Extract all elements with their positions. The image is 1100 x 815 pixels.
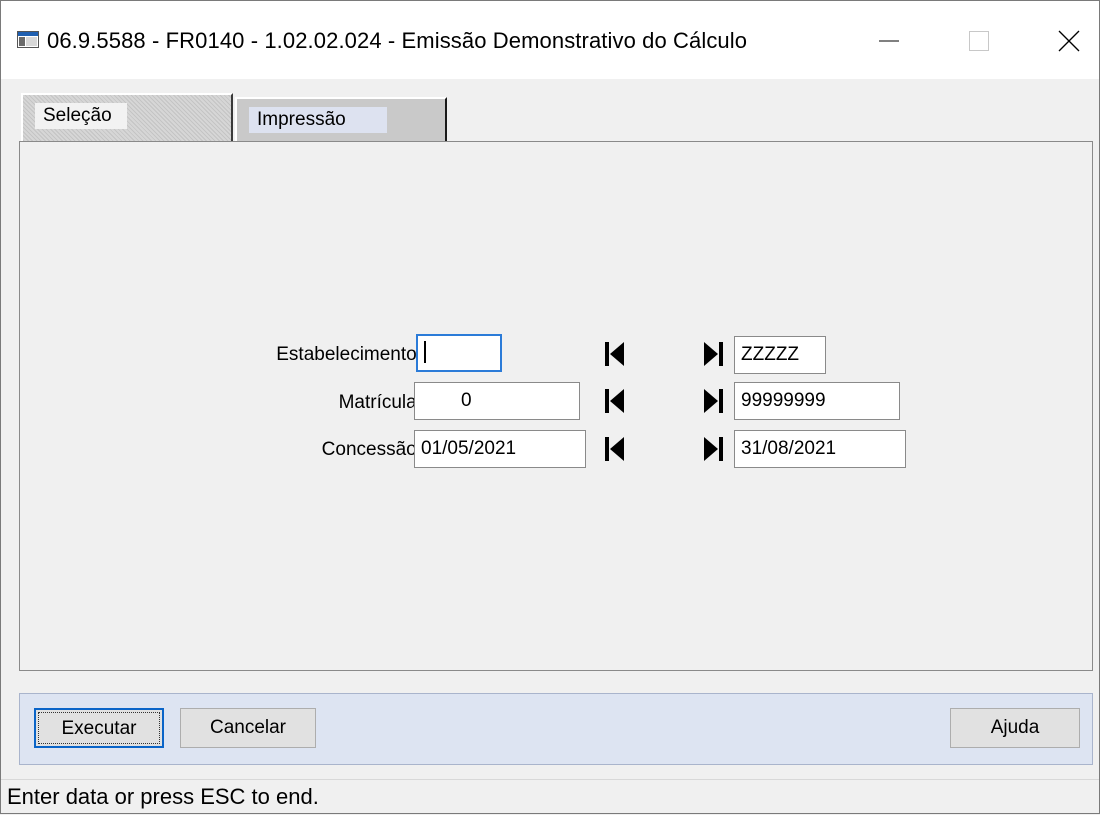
ajuda-button[interactable]: Ajuda (950, 708, 1080, 748)
close-button[interactable] (1041, 19, 1097, 63)
text-caret (424, 341, 426, 364)
estabelecimento-from-field[interactable] (416, 334, 502, 372)
estabelecimento-label: Estabelecimento: (276, 344, 422, 365)
button-bar: Executar Cancelar Ajuda (19, 693, 1093, 765)
minimize-button[interactable] (861, 19, 917, 63)
executar-button[interactable]: Executar (34, 708, 164, 748)
concessao-to-field[interactable]: 31/08/2021 (734, 430, 906, 468)
maximize-icon (969, 31, 989, 51)
concessao-label: Concessão: (321, 439, 422, 460)
tab-impressao-label: Impressão (249, 107, 387, 133)
cancelar-button[interactable]: Cancelar (180, 708, 316, 748)
concessao-from-field[interactable]: 01/05/2021 (414, 430, 586, 468)
maximize-button[interactable] (951, 19, 1007, 63)
executar-button-label: Executar (38, 712, 160, 744)
status-bar: Enter data or press ESC to end. (1, 779, 1099, 815)
last-record-icon[interactable] (700, 386, 726, 416)
tab-impressao[interactable]: Impressão (235, 97, 447, 141)
tab-selecao-label: Seleção (35, 103, 127, 129)
title-bar: 06.9.5588 - FR0140 - 1.02.02.024 - Emiss… (1, 1, 1099, 79)
window-title: 06.9.5588 - FR0140 - 1.02.02.024 - Emiss… (47, 28, 748, 53)
last-record-icon[interactable] (700, 339, 726, 369)
matricula-from-value: 0 (461, 390, 472, 411)
minimize-icon (879, 40, 899, 42)
first-record-icon[interactable] (603, 339, 629, 369)
close-icon (1058, 30, 1080, 52)
matricula-label: Matrícula: (338, 392, 422, 413)
app-window: 06.9.5588 - FR0140 - 1.02.02.024 - Emiss… (0, 0, 1100, 814)
window-app-icon (17, 31, 39, 48)
selection-panel: Estabelecimento: ZZZZZ Matrícula: 0 9999… (19, 141, 1093, 671)
last-record-icon[interactable] (700, 434, 726, 464)
estabelecimento-to-field[interactable]: ZZZZZ (734, 336, 826, 374)
matricula-from-field[interactable]: 0 (414, 382, 580, 420)
matricula-to-field[interactable]: 99999999 (734, 382, 900, 420)
first-record-icon[interactable] (603, 386, 629, 416)
first-record-icon[interactable] (603, 434, 629, 464)
